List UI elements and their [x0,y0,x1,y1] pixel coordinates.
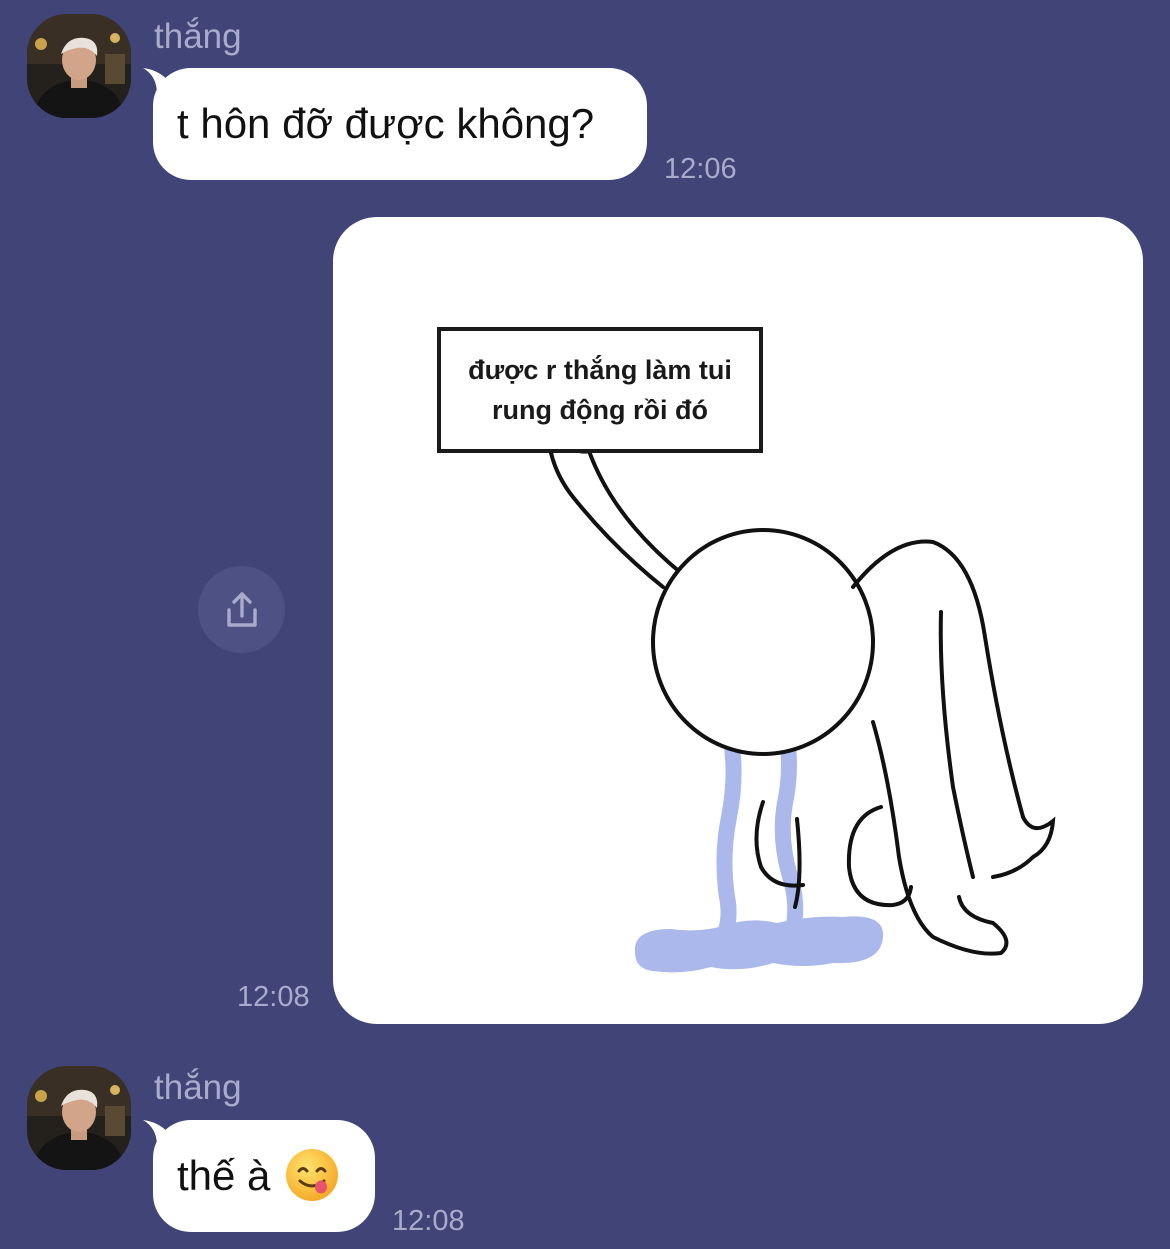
share-button[interactable] [198,566,285,653]
message-timestamp: 12:06 [664,153,737,185]
meme-caption-line: được r thắng làm tui [468,355,732,385]
share-icon [226,591,257,627]
sender-name: thắng [154,1068,242,1107]
message-text: t hôn đỡ được không? [177,100,595,147]
message-bubble[interactable]: thế à [153,1120,375,1232]
meme-caption-line: rung động rồi đó [492,395,708,425]
image-message[interactable]: được r thắng làm tui rung động rồi đó [333,217,1143,1024]
sender-name: thắng [154,17,242,56]
message-text: thế à [177,1152,271,1199]
message-bubble[interactable]: t hôn đỡ được không? [153,68,647,180]
message-timestamp: 12:08 [392,1205,465,1237]
face-savoring-food-emoji [286,1148,339,1201]
avatar[interactable] [27,1066,131,1170]
meme-caption: được r thắng làm tui rung động rồi đó [437,327,763,453]
avatar[interactable] [27,14,131,118]
message-timestamp: 12:08 [237,981,310,1013]
